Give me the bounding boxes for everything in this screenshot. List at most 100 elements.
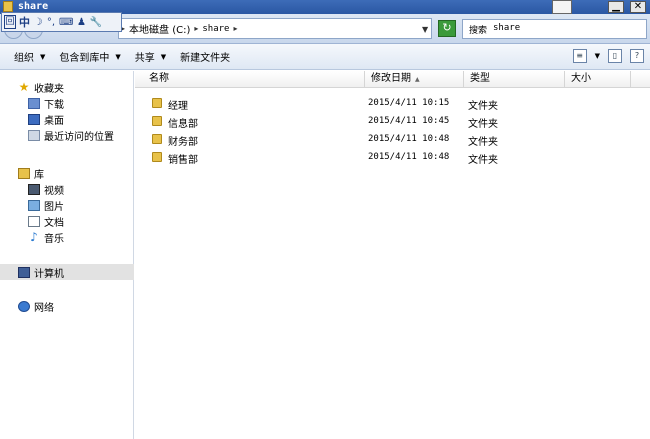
search-target: share (493, 23, 521, 33)
column-name-label: 名称 (149, 73, 169, 84)
column-type-label: 类型 (470, 73, 490, 84)
view-options-icon[interactable]: ≡ (572, 49, 587, 63)
star-icon: ★ (18, 79, 30, 94)
breadcrumb-share[interactable]: share (202, 24, 229, 34)
new-folder-button[interactable]: 新建文件夹 (180, 49, 230, 64)
punctuation-icon[interactable]: °, (46, 17, 56, 28)
nav-item-label: 视频 (44, 185, 64, 197)
search-label: 搜索 (469, 26, 488, 36)
file-type: 文件夹 (468, 137, 498, 148)
chevron-down-icon[interactable]: ▼ (595, 52, 600, 60)
file-row[interactable]: 销售部 2015/4/11 10:48 文件夹 (135, 149, 650, 167)
nav-network[interactable]: 网络 (0, 298, 134, 314)
file-type: 文件夹 (468, 119, 498, 130)
command-toolbar: 组织 ▼ 包含到库中 ▼ 共享 ▼ 新建文件夹 ≡ ▼ ▯ ? (0, 44, 650, 70)
share-label: 共享 (134, 53, 155, 64)
nav-item-label: 音乐 (44, 233, 64, 245)
ime-chinese-toggle[interactable]: 中 (19, 14, 30, 30)
nav-network-label: 网络 (34, 302, 54, 314)
computer-icon (18, 266, 30, 278)
recent-places-icon (28, 129, 40, 141)
nav-item-downloads[interactable]: 下载 (0, 95, 134, 111)
download-icon (28, 97, 40, 109)
moon-icon[interactable]: ☽ (33, 17, 43, 28)
desktop-icon (28, 113, 40, 125)
libraries-group: 库 视频 图片 文档 ♪ 音乐 (0, 165, 134, 245)
organize-menu[interactable]: 组织 ▼ (14, 49, 46, 65)
nav-item-label: 图片 (44, 201, 64, 213)
nav-favorites[interactable]: ★ 收藏夹 (0, 79, 134, 95)
chevron-right-icon[interactable]: ▸ (233, 24, 237, 33)
nav-item-desktop[interactable]: 桌面 (0, 111, 134, 127)
nav-item-label: 桌面 (44, 115, 64, 127)
nav-item-pictures[interactable]: 图片 (0, 197, 134, 213)
nav-libraries[interactable]: 库 (0, 165, 134, 181)
network-icon (18, 300, 30, 312)
computer-group: 计算机 (0, 264, 134, 280)
file-date: 2015/4/11 10:48 (368, 134, 450, 144)
column-name[interactable]: 名称 (143, 71, 365, 88)
file-row[interactable]: 财务部 2015/4/11 10:48 文件夹 (135, 131, 650, 149)
file-type: 文件夹 (468, 101, 498, 112)
file-type: 文件夹 (468, 155, 498, 166)
folder-icon (3, 1, 13, 12)
chevron-down-icon: ▼ (160, 52, 167, 61)
file-name: 财务部 (168, 137, 198, 148)
sort-up-icon: ▲ (415, 76, 420, 83)
file-row[interactable]: 经理 2015/4/11 10:15 文件夹 (135, 95, 650, 113)
new-folder-label: 新建文件夹 (180, 53, 231, 64)
breadcrumb[interactable]: ▸ 本地磁盘 (C:) ▸ share ▸ (118, 18, 432, 39)
folder-icon (152, 98, 162, 108)
file-name: 销售部 (168, 155, 198, 166)
nav-item-recent[interactable]: 最近访问的位置 (0, 127, 134, 143)
nav-computer-label: 计算机 (34, 268, 64, 280)
wrench-icon[interactable]: 🔧 (89, 17, 101, 28)
column-size-label: 大小 (571, 73, 591, 84)
include-library-menu[interactable]: 包含到库中 ▼ (59, 49, 121, 65)
file-date: 2015/4/11 10:45 (368, 116, 450, 126)
preview-pane-icon[interactable]: ▯ (608, 49, 622, 63)
user-icon[interactable]: ♟ (76, 17, 86, 28)
nav-item-label: 最近访问的位置 (44, 131, 114, 143)
share-menu[interactable]: 共享 ▼ (134, 49, 167, 65)
window-title: share (18, 1, 49, 12)
chevron-down-icon: ▼ (40, 52, 46, 61)
restore-button[interactable] (552, 0, 572, 14)
ime-mode-icon[interactable]: 回 (4, 15, 16, 29)
breadcrumb-drive[interactable]: 本地磁盘 (C:) (129, 21, 190, 36)
folder-icon (152, 116, 162, 126)
folder-icon (152, 134, 162, 144)
document-icon (28, 215, 40, 227)
column-header: 名称 修改日期 ▲ 类型 大小 (135, 71, 650, 88)
view-controls: ≡ ▼ ▯ ? (572, 49, 644, 63)
ime-toolbar[interactable]: 回 中 ☽ °, ⌨ ♟ 🔧 (1, 12, 122, 32)
nav-item-label: 文档 (44, 217, 64, 229)
help-icon[interactable]: ? (630, 49, 644, 63)
nav-item-videos[interactable]: 视频 (0, 181, 134, 197)
file-date: 2015/4/11 10:15 (368, 98, 450, 108)
library-icon (18, 167, 30, 179)
video-icon (28, 183, 40, 195)
column-date-label: 修改日期 (371, 73, 411, 84)
minimize-button[interactable]: ▁ (608, 1, 624, 13)
keyboard-icon[interactable]: ⌨ (59, 17, 73, 28)
chevron-down-icon: ▼ (115, 52, 121, 61)
file-name: 信息部 (168, 119, 198, 130)
column-date[interactable]: 修改日期 ▲ (365, 71, 464, 88)
chevron-down-icon[interactable]: ▼ (422, 25, 428, 34)
refresh-button[interactable]: ↻ (438, 20, 456, 37)
search-input[interactable]: 搜索 share (462, 19, 647, 39)
picture-icon (28, 199, 40, 211)
column-size[interactable]: 大小 (565, 71, 631, 88)
nav-item-documents[interactable]: 文档 (0, 213, 134, 229)
chevron-right-icon[interactable]: ▸ (194, 24, 198, 33)
column-type[interactable]: 类型 (464, 71, 565, 88)
file-name: 经理 (168, 101, 188, 112)
navigation-pane: ★ 收藏夹 下载 桌面 最近访问的位置 库 视频 图片 文档 ♪ 音乐 计算机 … (0, 71, 134, 439)
close-button[interactable]: ✕ (630, 1, 646, 13)
nav-item-music[interactable]: ♪ 音乐 (0, 229, 134, 245)
nav-computer[interactable]: 计算机 (0, 264, 134, 280)
file-row[interactable]: 信息部 2015/4/11 10:45 文件夹 (135, 113, 650, 131)
folder-icon (152, 152, 162, 162)
favorites-group: ★ 收藏夹 下载 桌面 最近访问的位置 (0, 79, 134, 143)
